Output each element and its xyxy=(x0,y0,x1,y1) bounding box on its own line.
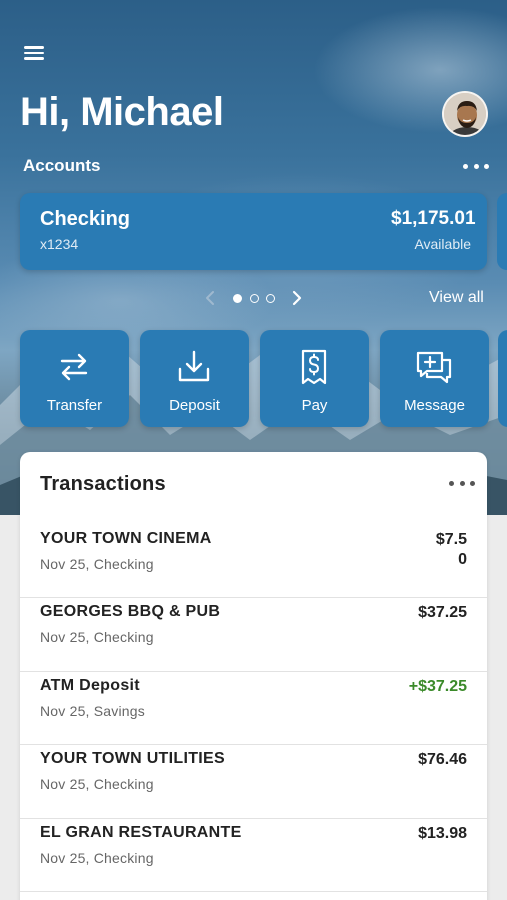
view-all-link[interactable]: View all xyxy=(429,289,484,307)
transaction-amount: $7.50 xyxy=(435,531,467,568)
account-pager-dots xyxy=(233,292,275,304)
transaction-amount-credit: +$37.25 xyxy=(408,677,467,695)
transaction-meta: Nov 25, Checking xyxy=(40,849,154,866)
pager-dot xyxy=(266,293,275,303)
message-button[interactable]: Message xyxy=(380,330,489,427)
transactions-more-button[interactable] xyxy=(449,475,475,491)
profile-avatar[interactable] xyxy=(442,91,488,137)
download-icon xyxy=(178,350,210,382)
pay-button[interactable]: Pay xyxy=(260,330,369,427)
menu-icon xyxy=(24,46,44,49)
transaction-name: EL GRAN RESTAURANTE xyxy=(40,823,242,841)
transactions-card: Transactions YOUR TOWN CINEMA Nov 25, Ch… xyxy=(20,452,487,900)
transaction-meta: Nov 25, Savings xyxy=(40,702,145,719)
more-actions-peek[interactable] xyxy=(498,330,507,427)
account-card-checking[interactable]: Checking x1234 $1,175.01 Available xyxy=(20,193,487,270)
message-add-icon xyxy=(416,351,452,384)
transfer-icon xyxy=(60,353,88,381)
pager-dot xyxy=(249,293,259,303)
account-balance: $1,175.01 xyxy=(391,208,476,229)
transfer-label: Transfer xyxy=(46,397,103,414)
transaction-meta: Nov 25, Checking xyxy=(40,776,154,793)
transaction-amount: $13.98 xyxy=(418,824,467,842)
greeting-title: Hi, Michael xyxy=(20,90,224,134)
transaction-row[interactable]: YOUR TOWN UTILITIES Nov 25, Checking $76… xyxy=(20,745,487,819)
chevron-left-icon[interactable] xyxy=(203,289,217,307)
next-account-card-peek[interactable] xyxy=(497,193,507,270)
transfer-button[interactable]: Transfer xyxy=(20,330,129,427)
transaction-name: YOUR TOWN UTILITIES xyxy=(40,750,225,768)
deposit-button[interactable]: Deposit xyxy=(140,330,249,427)
menu-button[interactable] xyxy=(22,42,48,68)
more-horizontal-icon xyxy=(449,480,454,486)
transaction-row[interactable]: GEORGES BBQ & PUB Nov 25, Checking $37.2… xyxy=(20,598,487,672)
accounts-heading: Accounts xyxy=(23,156,101,175)
transactions-list: YOUR TOWN CINEMA Nov 25, Checking $7.50 … xyxy=(20,525,487,892)
account-number: x1234 xyxy=(40,236,79,252)
message-label: Message xyxy=(404,397,465,414)
account-name: Checking xyxy=(40,208,131,230)
transaction-name: YOUR TOWN CINEMA xyxy=(40,530,212,547)
chevron-right-icon[interactable] xyxy=(290,289,304,307)
transaction-row[interactable]: EL GRAN RESTAURANTE Nov 25, Checking $13… xyxy=(20,819,487,892)
transaction-name: GEORGES BBQ & PUB xyxy=(40,603,221,621)
pay-label: Pay xyxy=(301,397,328,414)
accounts-more-button[interactable] xyxy=(463,158,489,174)
transaction-amount: $76.46 xyxy=(418,751,467,769)
transaction-meta: Nov 25, Checking xyxy=(40,556,154,572)
deposit-label: Deposit xyxy=(169,397,220,414)
pager-dot-active xyxy=(233,293,242,303)
transaction-name: ATM Deposit xyxy=(40,676,140,694)
transaction-row[interactable]: ATM Deposit Nov 25, Savings +$37.25 xyxy=(20,672,487,746)
more-horizontal-icon xyxy=(463,163,468,169)
transactions-title: Transactions xyxy=(40,473,166,495)
transaction-amount: $37.25 xyxy=(418,604,467,622)
bill-icon xyxy=(301,349,327,385)
transaction-row[interactable]: YOUR TOWN CINEMA Nov 25, Checking $7.50 xyxy=(20,525,487,599)
transaction-meta: Nov 25, Checking xyxy=(40,629,154,646)
account-balance-label: Available xyxy=(414,236,471,252)
